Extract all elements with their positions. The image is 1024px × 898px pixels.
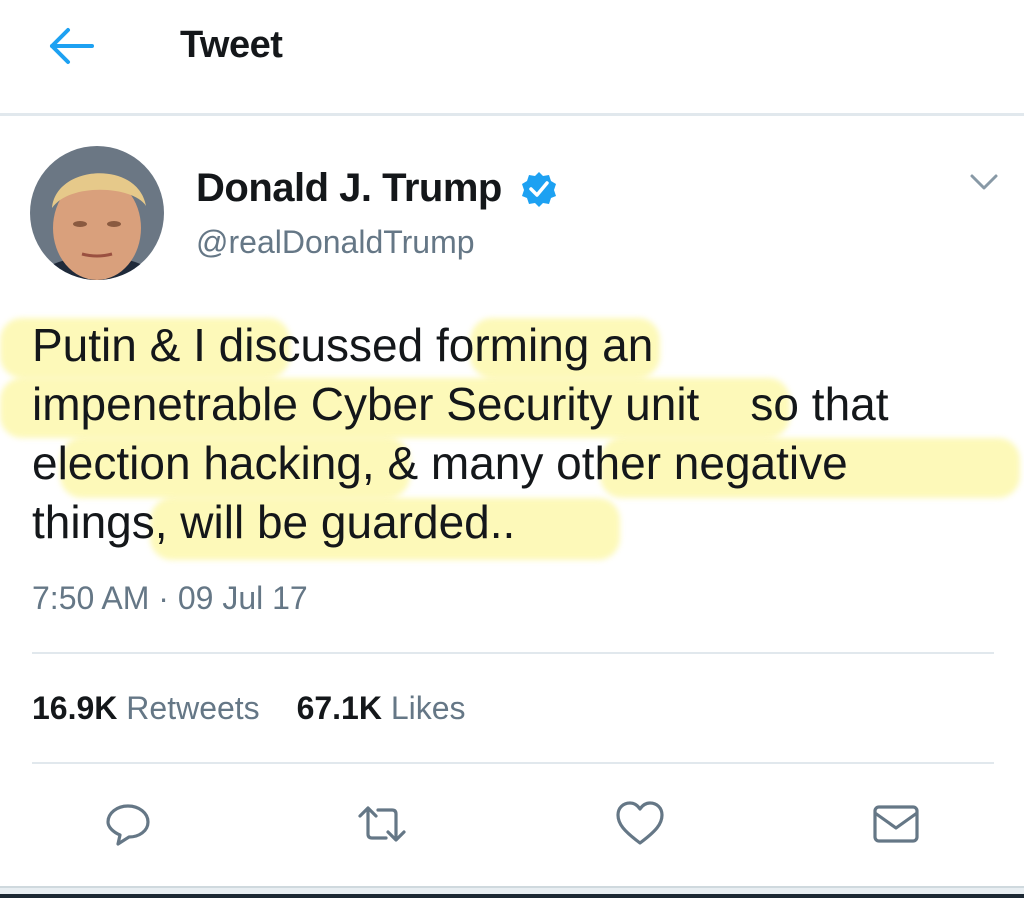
mail-icon xyxy=(873,805,919,843)
like-button[interactable] xyxy=(614,798,666,850)
tweet-text-line: Putin & I discussed forming an xyxy=(32,319,654,371)
retweets-label: Retweets xyxy=(126,690,260,726)
share-button[interactable] xyxy=(870,798,922,850)
retweet-button[interactable] xyxy=(356,798,408,850)
verified-badge-icon xyxy=(520,170,558,208)
author-handle[interactable]: @realDonaldTrump xyxy=(196,224,475,261)
tweet-text-line: things, will be guarded.. xyxy=(32,496,516,548)
tweet-stats: 16.9K Retweets 67.1K Likes xyxy=(32,690,494,727)
tweet-timestamp[interactable]: 7:50 AM · 09 Jul 17 xyxy=(32,580,308,617)
arrow-left-icon xyxy=(50,28,94,64)
likes-count: 67.1K xyxy=(296,690,382,726)
retweet-icon xyxy=(358,806,406,842)
chevron-down-icon xyxy=(970,174,998,190)
more-options-button[interactable] xyxy=(966,170,1002,194)
avatar[interactable] xyxy=(30,146,164,280)
tweet-text-line: election hacking, & many other negative xyxy=(32,437,848,489)
retweets-count: 16.9K xyxy=(32,690,118,726)
reply-icon xyxy=(106,804,150,846)
author-display-name[interactable]: Donald J. Trump xyxy=(196,166,502,211)
retweets-stat[interactable]: 16.9K Retweets xyxy=(32,690,260,727)
tweet-text-line: impenetrable Cyber Security unit so that xyxy=(32,378,889,430)
heart-icon xyxy=(616,801,664,845)
tweet-text: Putin & I discussed forming an impenetra… xyxy=(32,316,992,552)
reply-button[interactable] xyxy=(102,798,154,850)
back-button[interactable] xyxy=(46,26,98,66)
likes-label: Likes xyxy=(390,690,466,726)
divider xyxy=(32,762,994,764)
likes-stat[interactable]: 67.1K Likes xyxy=(297,690,466,727)
page-title: Tweet xyxy=(180,24,283,66)
divider xyxy=(32,652,994,654)
bottom-edge xyxy=(0,894,1024,898)
top-bar: Tweet xyxy=(0,0,1024,116)
